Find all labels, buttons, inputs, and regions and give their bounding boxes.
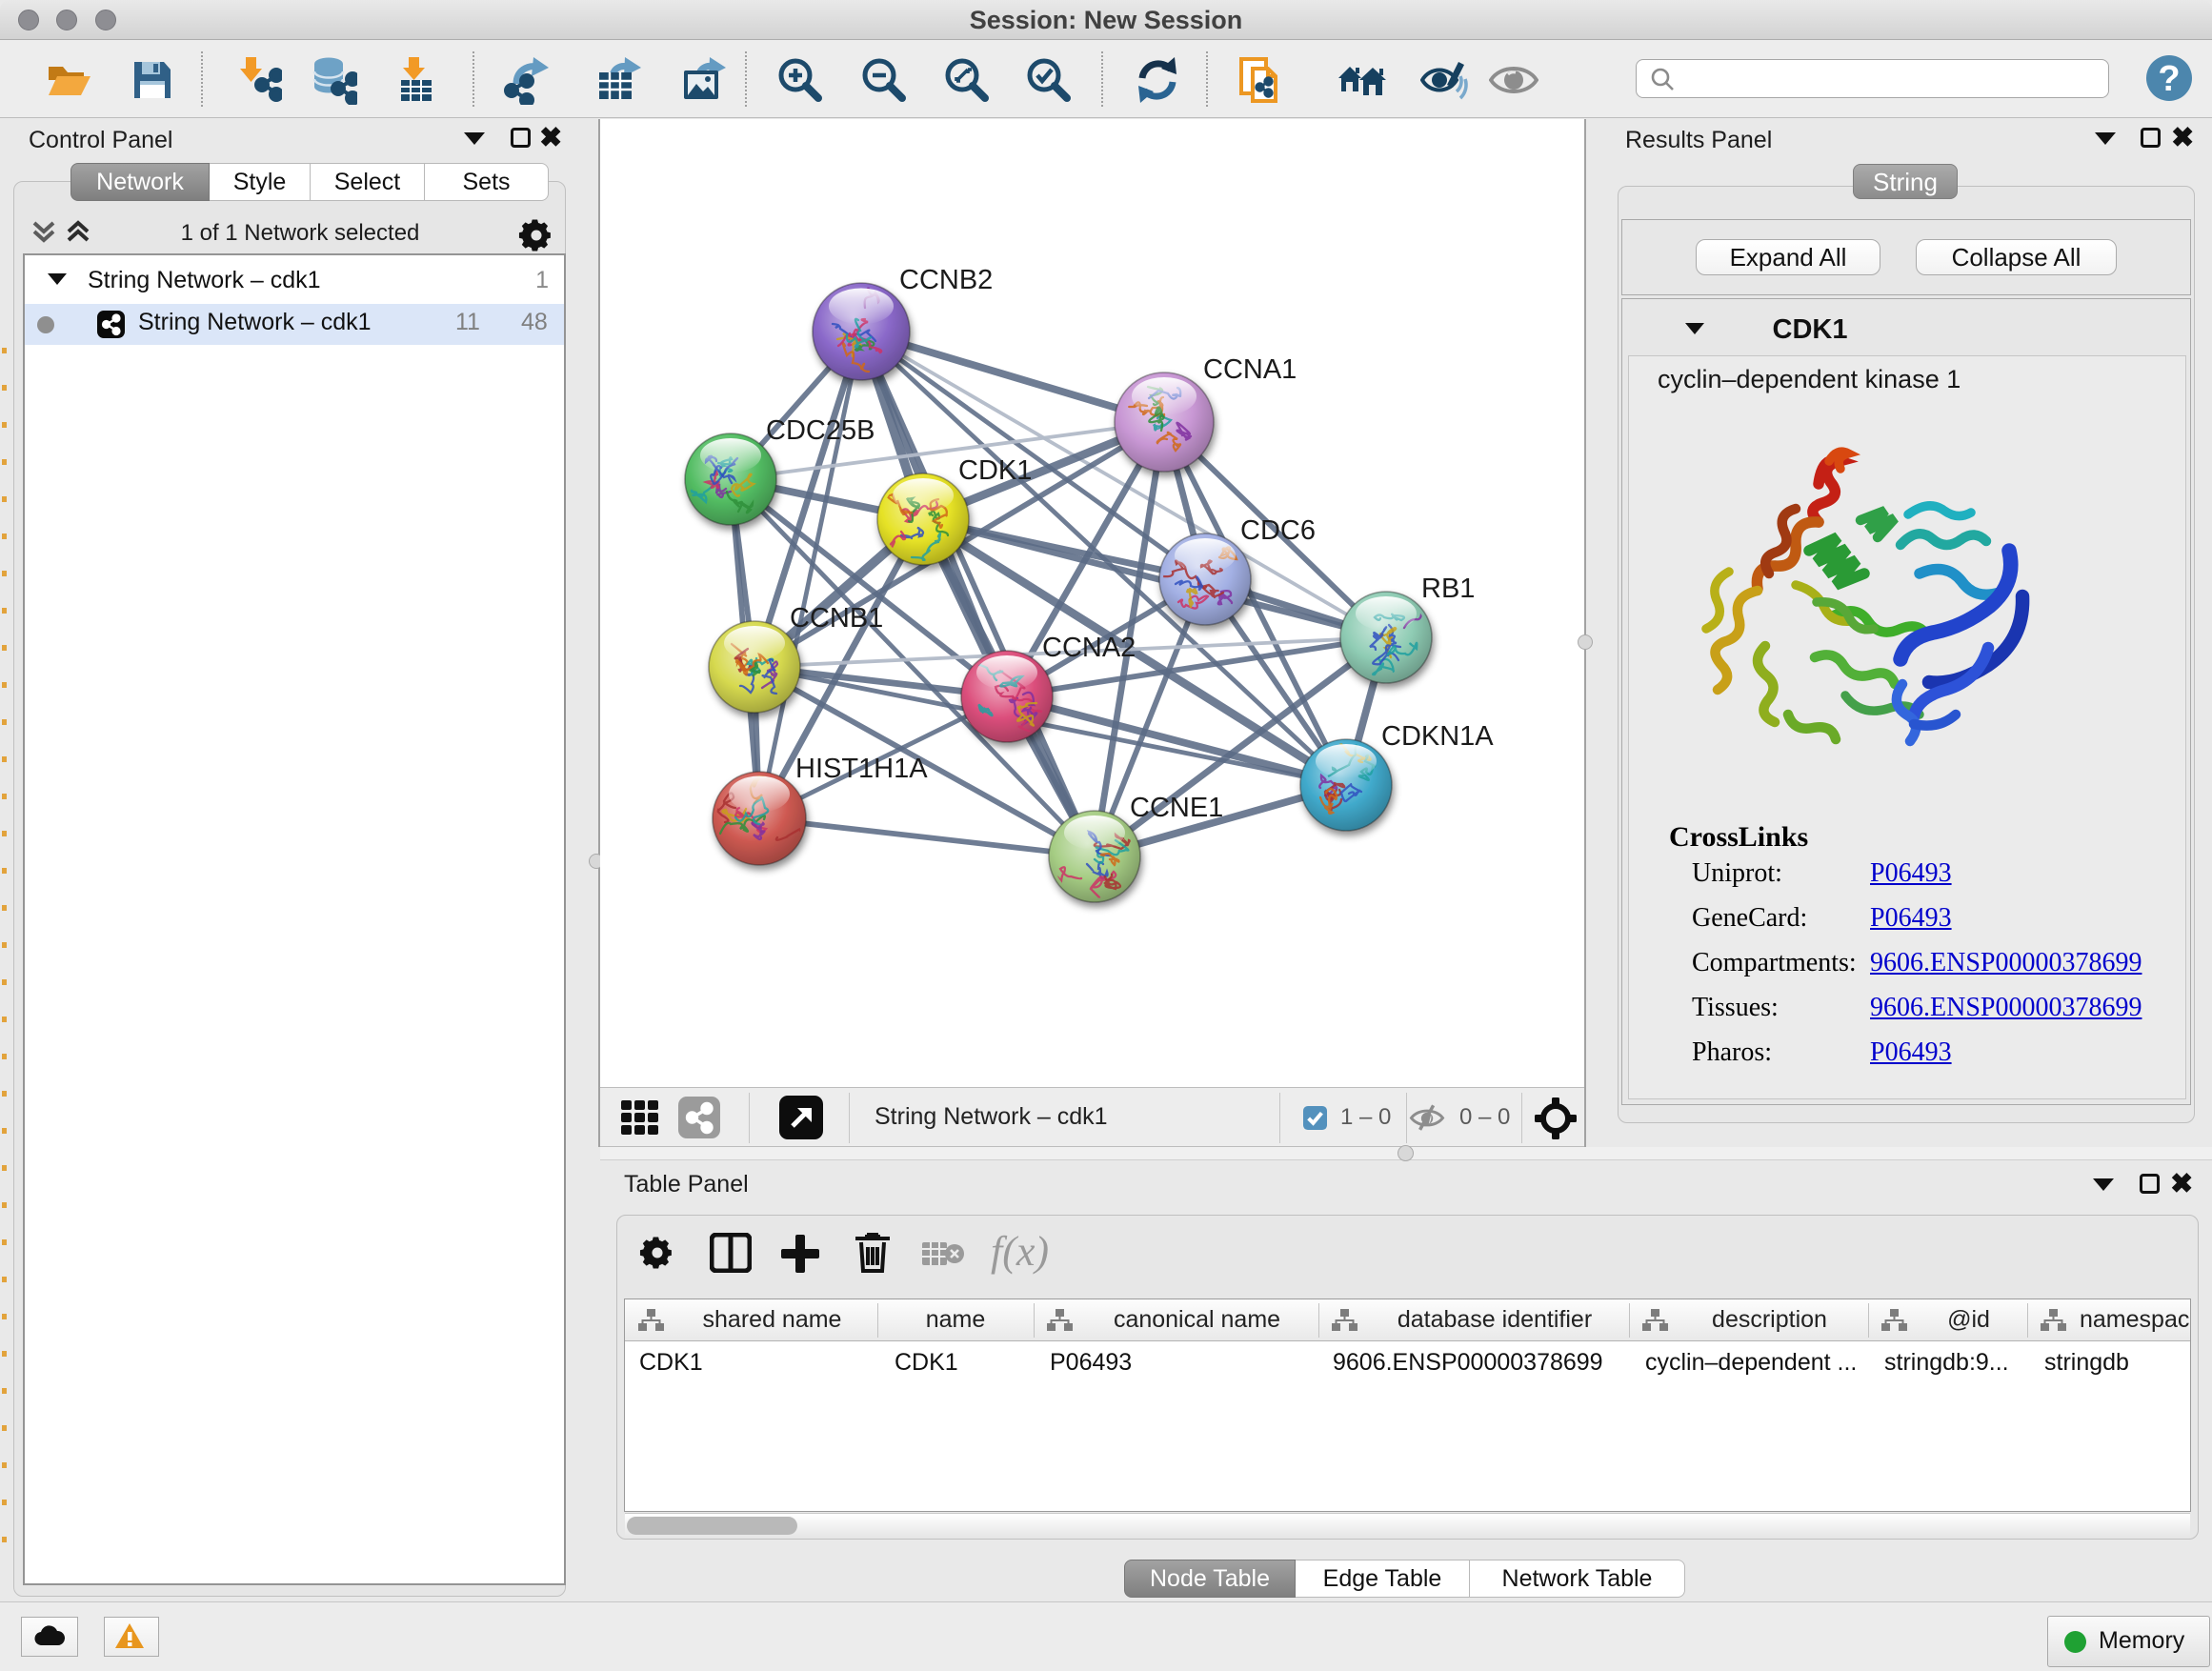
svg-text:RB1: RB1 (1421, 574, 1475, 604)
svg-text:CDC6: CDC6 (1240, 515, 1316, 546)
svg-text:CCNB1: CCNB1 (790, 603, 883, 634)
svg-text:CDKN1A: CDKN1A (1381, 721, 1494, 752)
svg-text:CCNE1: CCNE1 (1130, 793, 1223, 823)
svg-text:HIST1H1A: HIST1H1A (795, 754, 928, 784)
svg-text:CCNA1: CCNA1 (1203, 354, 1297, 385)
svg-text:?: ? (2158, 59, 2180, 99)
svg-text:CDK1: CDK1 (958, 455, 1032, 486)
svg-text:CDC25B: CDC25B (766, 415, 875, 446)
svg-text:CCNA2: CCNA2 (1042, 633, 1136, 663)
svg-text:CCNB2: CCNB2 (899, 265, 993, 295)
